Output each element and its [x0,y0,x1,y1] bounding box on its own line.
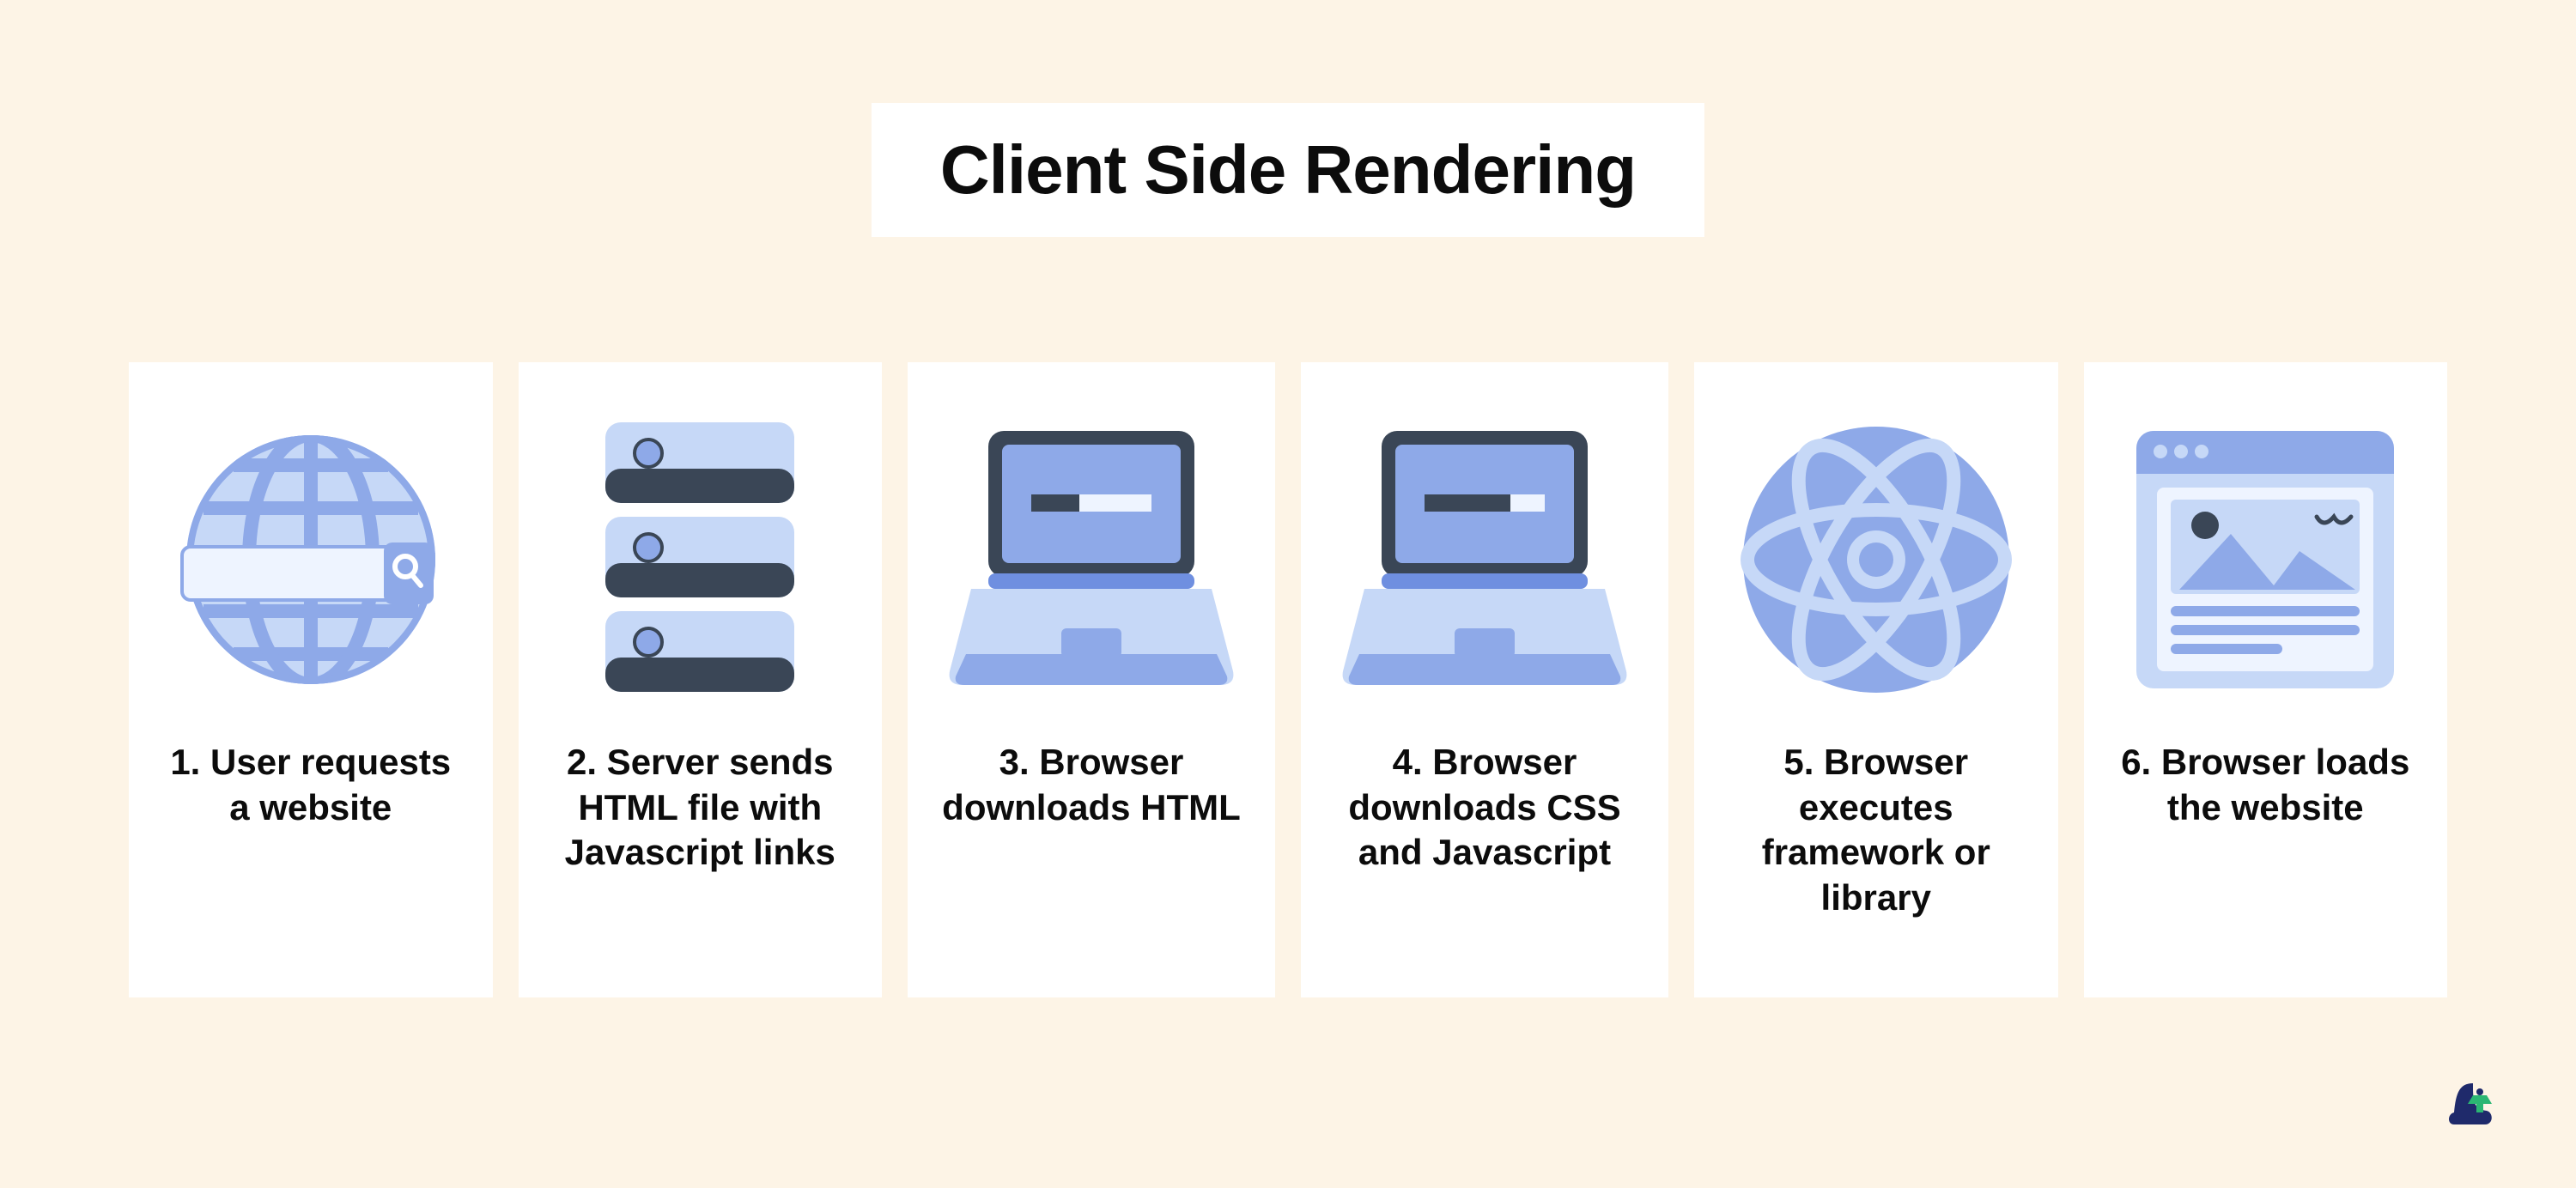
server-stack-icon [539,388,862,731]
brand-logo-icon [2439,1075,2500,1136]
title-container: Client Side Rendering [872,103,1704,237]
step-label: 3. Browser downloads HTML [928,740,1255,830]
steps-row: 1. User requests a website [129,362,2447,997]
step-label: 2. Server sends HTML file with Javascrip… [539,740,862,876]
diagram-page: Client Side Rendering [0,0,2576,1188]
step-card-4: 4. Browser downloads CSS and Javascript [1301,362,1668,997]
step-card-6: 6. Browser loads the website [2084,362,2448,997]
browser-page-icon [2105,388,2427,731]
react-atom-icon [1715,388,2038,731]
globe-search-icon [149,388,472,731]
step-card-3: 3. Browser downloads HTML [908,362,1275,997]
step-card-2: 2. Server sends HTML file with Javascrip… [519,362,883,997]
laptop-loading-more-icon [1321,388,1648,731]
diagram-title: Client Side Rendering [940,131,1636,208]
step-label: 4. Browser downloads CSS and Javascript [1321,740,1648,876]
step-label: 6. Browser loads the website [2105,740,2427,830]
laptop-loading-icon [928,388,1255,731]
step-label: 5. Browser executes framework or library [1715,740,2038,920]
step-card-1: 1. User requests a website [129,362,493,997]
step-card-5: 5. Browser executes framework or library [1694,362,2058,997]
step-label: 1. User requests a website [149,740,472,830]
